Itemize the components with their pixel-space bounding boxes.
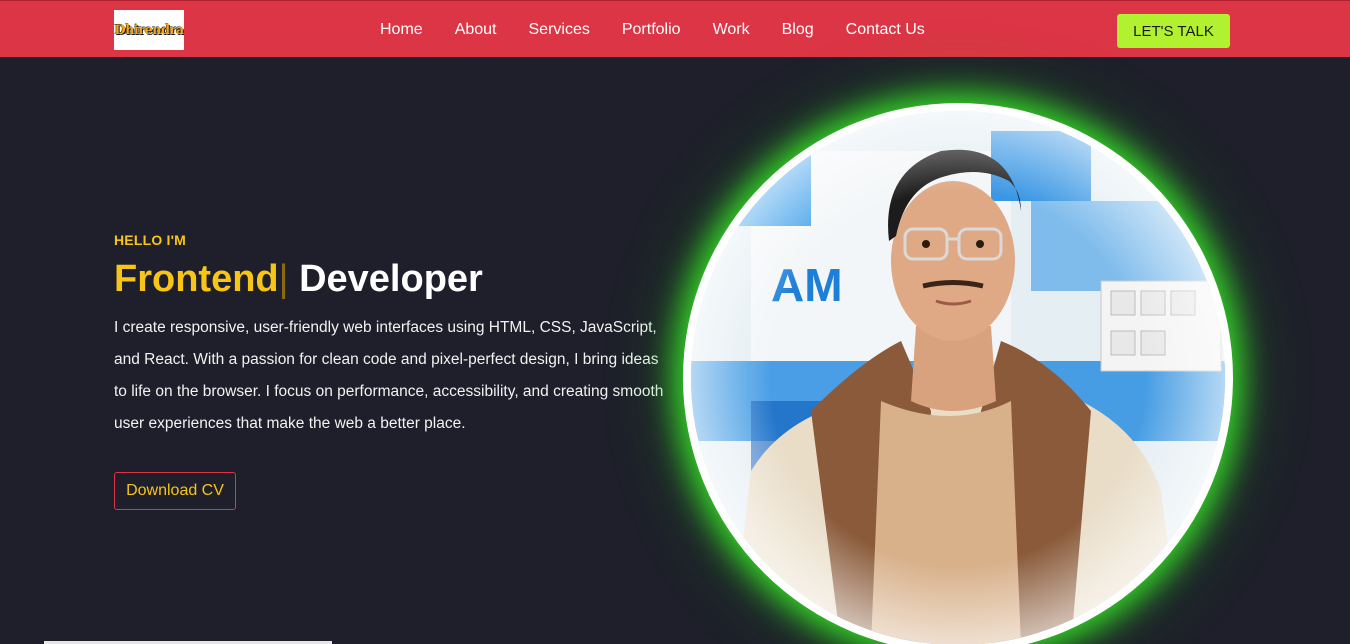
nav-link-work[interactable]: Work xyxy=(713,21,750,38)
hero-title: Developer xyxy=(299,258,483,300)
hero-role: Frontend xyxy=(114,258,279,300)
nav-link-about[interactable]: About xyxy=(455,21,497,38)
nav-link-home[interactable]: Home xyxy=(380,21,423,38)
download-cv-button[interactable]: Download CV xyxy=(114,472,236,510)
nav-link-services[interactable]: Services xyxy=(529,21,590,38)
hero-bio: I create responsive, user-friendly web i… xyxy=(114,319,664,432)
nav-item: Blog xyxy=(782,21,814,39)
hero-greeting: HELLO I'M xyxy=(114,232,187,248)
nav-item: Work xyxy=(713,21,750,39)
profile-photo: AM xyxy=(691,111,1225,644)
hero-headline: Frontend| Developer xyxy=(114,258,483,301)
nav-links: Home About Services Portfolio Work Blog … xyxy=(380,1,957,58)
logo-text: Dhirendra xyxy=(114,22,184,38)
profile-photo-illustration: AM xyxy=(691,111,1225,644)
nav-item: About xyxy=(455,21,497,39)
nav-item: Home xyxy=(380,21,423,39)
portrait-frame: AM xyxy=(683,103,1233,644)
logo[interactable]: Dhirendra xyxy=(114,10,184,50)
nav-link-contact[interactable]: Contact Us xyxy=(846,21,925,38)
nav-item: Services xyxy=(529,21,590,39)
portrait-glow-ring: AM xyxy=(683,103,1233,644)
navbar: Dhirendra Home About Services Portfolio … xyxy=(0,0,1350,57)
typing-cursor: | xyxy=(278,258,289,300)
nav-item: Contact Us xyxy=(846,21,925,39)
nav-link-blog[interactable]: Blog xyxy=(782,21,814,38)
lets-talk-button[interactable]: LET'S TALK xyxy=(1117,14,1230,48)
nav-item: Portfolio xyxy=(622,21,681,39)
nav-link-portfolio[interactable]: Portfolio xyxy=(622,21,681,38)
